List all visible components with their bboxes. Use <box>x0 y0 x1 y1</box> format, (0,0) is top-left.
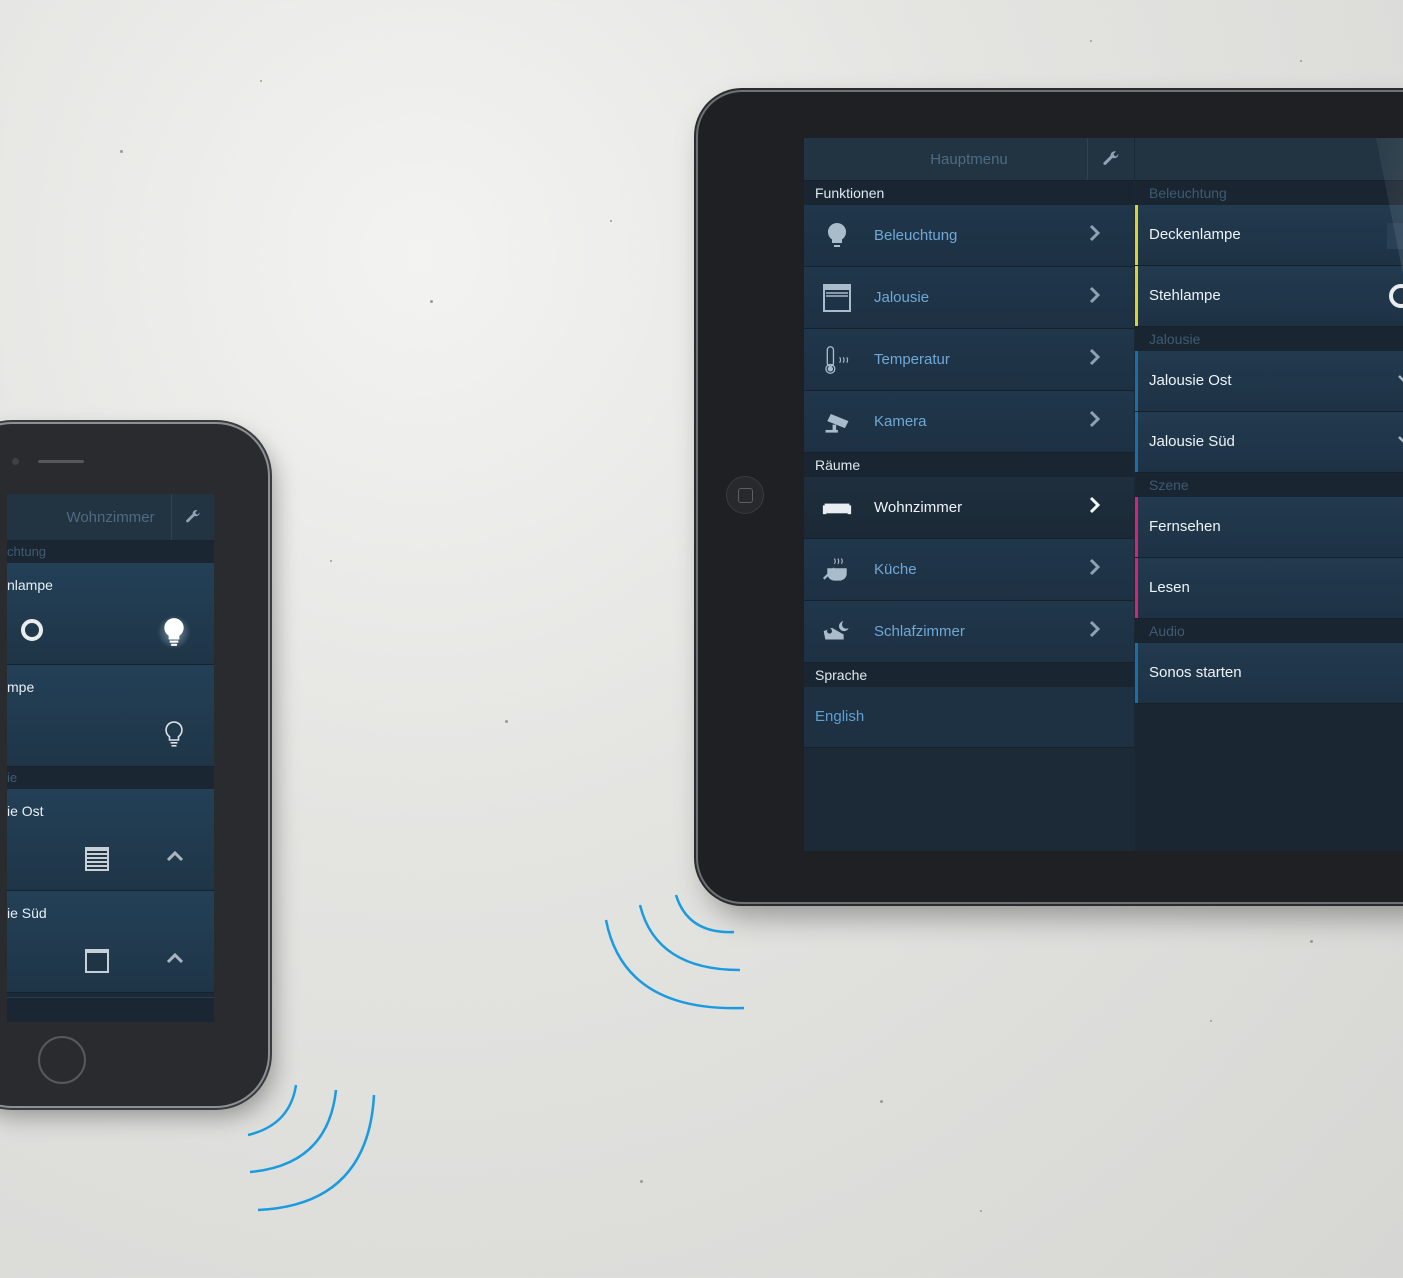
toggle-ring-icon[interactable] <box>21 619 43 641</box>
phone-bottom-bar <box>7 997 214 1022</box>
blind-icon <box>822 283 852 313</box>
wrench-icon[interactable] <box>171 494 214 540</box>
section-blinds: Jalousie <box>1135 327 1403 351</box>
menu-label: Küche <box>874 561 917 578</box>
wireless-signal-icon <box>604 894 745 1010</box>
chevron-up-icon[interactable] <box>165 847 185 868</box>
blind-closed-icon <box>85 847 109 871</box>
smartphone-device: Wohnzimmer chtung nlampe mpe ie ie Ost i… <box>0 424 268 1106</box>
phone-blind-item-1[interactable]: ie Ost <box>7 789 214 891</box>
wireless-signal-icon <box>247 1084 376 1212</box>
category-bar <box>1135 643 1138 703</box>
category-bar <box>1135 558 1138 618</box>
category-bar <box>1135 412 1138 472</box>
item-sonos-starten[interactable]: Sonos starten <box>1135 643 1403 704</box>
chevron-up-icon[interactable] <box>165 949 185 970</box>
item-label: Deckenlampe <box>1149 226 1241 243</box>
phone-header: Wohnzimmer <box>7 494 214 541</box>
home-button[interactable] <box>726 476 764 514</box>
menu-label: Jalousie <box>874 289 930 306</box>
chevron-down-icon[interactable] <box>1397 430 1403 451</box>
item-label: Sonos starten <box>1149 664 1242 681</box>
chevron-right-icon <box>1088 347 1102 373</box>
category-bar <box>1135 266 1138 326</box>
item-label: Jalousie Ost <box>1149 372 1232 389</box>
main-menu-title: Hauptmenu <box>930 150 1008 168</box>
camera-dot <box>12 458 19 465</box>
thermometer-icon <box>822 345 852 375</box>
chevron-right-icon <box>1088 557 1102 583</box>
tablet-device: Hauptmenu Funktionen Beleuchtung Jalousi… <box>698 92 1403 902</box>
bulb-icon <box>822 221 852 251</box>
phone-light-label-2: mpe <box>7 679 35 695</box>
main-menu-panel: Hauptmenu Funktionen Beleuchtung Jalousi… <box>804 138 1134 851</box>
item-label: Stehlampe <box>1149 287 1221 304</box>
phone-blind-item-2[interactable]: ie Süd <box>7 891 214 993</box>
menu-label: Beleuchtung <box>874 227 958 244</box>
category-bar <box>1135 351 1138 411</box>
item-deckenlampe[interactable]: Deckenlampe <box>1135 205 1403 266</box>
phone-blind-label-1: ie Ost <box>7 803 44 819</box>
chevron-right-icon <box>1088 285 1102 311</box>
phone-section-lighting: chtung <box>7 541 214 563</box>
chevron-right-icon <box>1088 409 1102 435</box>
phone-light-label-1: nlampe <box>7 577 53 593</box>
detail-panel: Beleuchtung Deckenlampe Stehlampe Jalous… <box>1135 138 1403 851</box>
wrench-icon[interactable] <box>1087 138 1134 180</box>
toggle-ring-icon[interactable] <box>1389 284 1403 308</box>
menu-item-schlafzimmer[interactable]: Schlafzimmer <box>804 601 1134 663</box>
tablet-screen: Hauptmenu Funktionen Beleuchtung Jalousi… <box>804 138 1403 851</box>
section-lighting: Beleuchtung <box>1135 181 1403 205</box>
section-scene: Szene <box>1135 473 1403 497</box>
bulb-off-icon[interactable] <box>157 717 191 751</box>
menu-item-beleuchtung[interactable]: Beleuchtung <box>804 205 1134 267</box>
item-label: Lesen <box>1149 579 1190 596</box>
menu-item-jalousie[interactable]: Jalousie <box>804 267 1134 329</box>
item-jalousie-sued[interactable]: Jalousie Süd <box>1135 412 1403 473</box>
item-label: Fernsehen <box>1149 518 1221 535</box>
menu-label: Temperatur <box>874 351 950 368</box>
toggle-button[interactable] <box>1387 223 1403 249</box>
phone-light-item-2[interactable]: mpe <box>7 665 214 767</box>
menu-label: Wohnzimmer <box>874 499 963 516</box>
pot-icon <box>822 555 852 585</box>
menu-item-wohnzimmer[interactable]: Wohnzimmer <box>804 477 1134 539</box>
bulb-on-icon[interactable] <box>157 615 191 649</box>
item-lesen[interactable]: Lesen <box>1135 558 1403 619</box>
phone-blind-label-2: ie Süd <box>7 905 47 921</box>
speaker-slot <box>38 460 84 463</box>
home-button[interactable] <box>38 1036 86 1084</box>
item-stehlampe[interactable]: Stehlampe <box>1135 266 1403 327</box>
item-fernsehen[interactable]: Fernsehen <box>1135 497 1403 558</box>
chevron-down-icon[interactable] <box>1397 369 1403 390</box>
section-rooms: Räume <box>804 453 1134 477</box>
blind-open-icon <box>85 949 109 973</box>
phone-screen: Wohnzimmer chtung nlampe mpe ie ie Ost i… <box>7 494 214 1022</box>
phone-header-title: Wohnzimmer <box>66 508 155 526</box>
sofa-icon <box>822 493 852 523</box>
menu-item-temperatur[interactable]: Temperatur <box>804 329 1134 391</box>
section-language: Sprache <box>804 663 1134 687</box>
phone-section-blinds: ie <box>7 767 214 789</box>
section-functions: Funktionen <box>804 181 1134 205</box>
chevron-right-icon <box>1088 223 1102 249</box>
bed-icon <box>822 617 852 647</box>
chevron-right-icon <box>1088 619 1102 645</box>
language-option[interactable]: English <box>804 687 1134 748</box>
menu-label: Schlafzimmer <box>874 623 965 640</box>
item-jalousie-ost[interactable]: Jalousie Ost <box>1135 351 1403 412</box>
category-bar <box>1135 205 1138 265</box>
menu-label: Kamera <box>874 413 927 430</box>
camera-icon <box>822 407 852 437</box>
menu-item-kamera[interactable]: Kamera <box>804 391 1134 453</box>
item-label: Jalousie Süd <box>1149 433 1235 450</box>
detail-header <box>1135 138 1403 181</box>
main-menu-header: Hauptmenu <box>804 138 1134 181</box>
menu-item-kueche[interactable]: Küche <box>804 539 1134 601</box>
chevron-right-icon <box>1088 495 1102 521</box>
category-bar <box>1135 497 1138 557</box>
phone-light-item-1[interactable]: nlampe <box>7 563 214 665</box>
section-audio: Audio <box>1135 619 1403 643</box>
